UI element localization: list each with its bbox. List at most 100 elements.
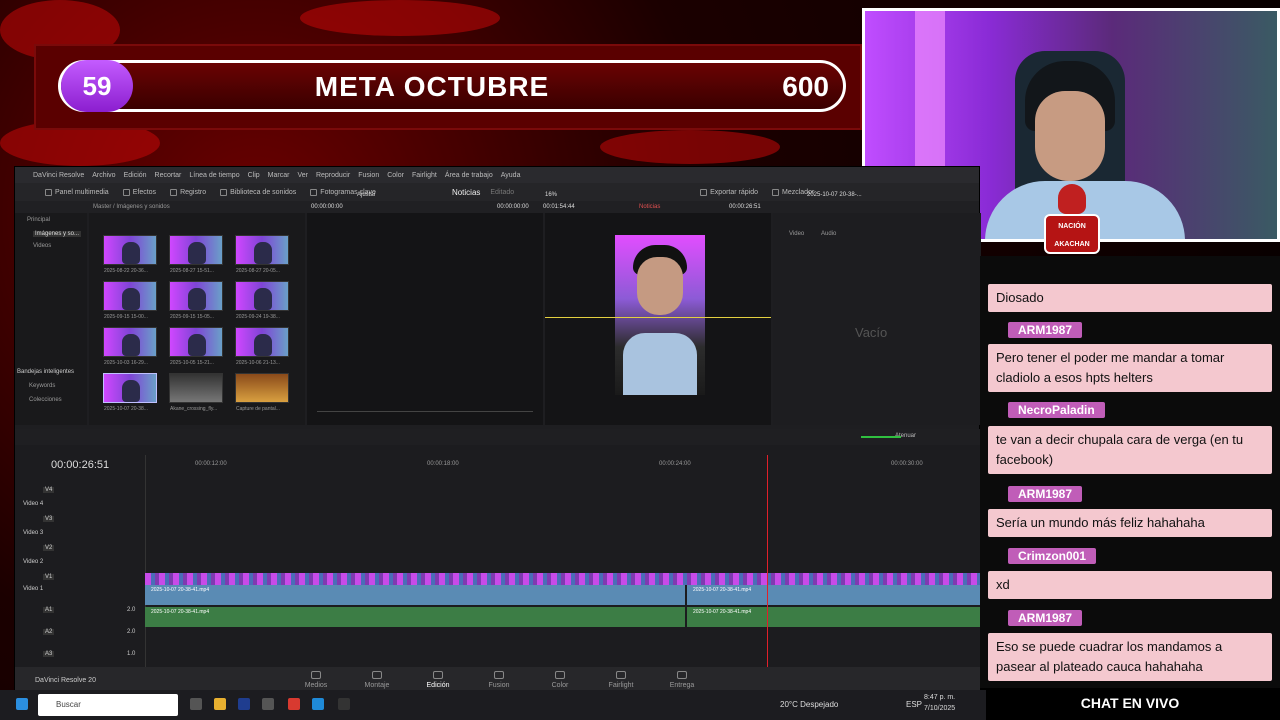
photoshop-icon[interactable]: [238, 698, 250, 710]
menu-item[interactable]: Fairlight: [412, 172, 437, 179]
video-clip[interactable]: [145, 573, 981, 585]
weather-status[interactable]: 20°C Despejado: [780, 700, 838, 709]
effects-button[interactable]: Efectos: [122, 188, 157, 196]
list-icon: [170, 188, 178, 196]
playhead[interactable]: [767, 455, 768, 667]
logo-mascot-icon: [1058, 184, 1086, 214]
browser-icon[interactable]: [288, 698, 300, 710]
chat-message: xd: [988, 571, 1272, 599]
goal-title: META OCTUBRE: [314, 71, 550, 102]
inspector-empty-label: Vacío: [855, 325, 888, 340]
obs-icon[interactable]: [338, 698, 350, 710]
menu-item[interactable]: Clip: [248, 172, 260, 179]
windows-start-icon[interactable]: [16, 698, 28, 710]
timeline-viewer[interactable]: [545, 213, 771, 425]
source-timecode-2: 00:00:00:00: [497, 204, 529, 210]
taskbar-search-input[interactable]: Buscar: [38, 694, 178, 716]
file-explorer-icon[interactable]: [214, 698, 226, 710]
page-cut[interactable]: Montaje: [352, 671, 402, 689]
media-pool: 2025-08-22 20-36... 2025-08-27 15-51... …: [89, 213, 305, 425]
resolve-taskbar-icon[interactable]: [262, 698, 274, 710]
media-thumbnail[interactable]: 2025-08-27 20-05...: [235, 235, 289, 274]
bin-images[interactable]: Imágenes y so...: [33, 231, 82, 237]
volume-slider[interactable]: [861, 436, 901, 438]
project-status: Editado: [490, 188, 515, 196]
export-icon: [700, 188, 708, 196]
sound-library-button[interactable]: Biblioteca de sonidos: [220, 188, 296, 196]
viewer-frame: [615, 235, 705, 395]
menu-item[interactable]: Archivo: [92, 172, 115, 179]
project-name: Noticias: [451, 187, 481, 197]
menu-item[interactable]: Marcar: [268, 172, 290, 179]
inspector-video-tab[interactable]: Video: [789, 231, 804, 237]
quick-export-button[interactable]: Exportar rápido: [700, 188, 758, 196]
mixer-icon: [772, 188, 779, 196]
zoom-dropdown[interactable]: 16%: [545, 192, 557, 198]
page-deliver[interactable]: Entrega: [657, 671, 707, 689]
task-view-icon[interactable]: [190, 698, 202, 710]
menu-item[interactable]: Edición: [124, 172, 147, 179]
media-thumbnail[interactable]: 2025-09-15 15-00...: [103, 281, 157, 320]
menu-bar: DaVinci Resolve Archivo Edición Recortar…: [15, 167, 979, 183]
media-pool-button[interactable]: Panel multimedia: [45, 188, 109, 196]
clock-time[interactable]: 8:47 p. m.: [924, 694, 955, 701]
audio-clip-a1-green[interactable]: 2025-10-07 20-38-41.mp4: [687, 607, 981, 627]
chat-username: Crimzon001: [1008, 548, 1097, 564]
chat-message: Sería un mundo más feliz hahahaha: [988, 509, 1272, 537]
source-timecode: 00:00:00:00: [311, 204, 343, 210]
menu-item[interactable]: Recortar: [155, 172, 182, 179]
smart-bin-keywords[interactable]: Keywords: [29, 383, 55, 389]
menu-item[interactable]: Color: [387, 172, 404, 179]
menu-item[interactable]: Línea de tiempo: [189, 172, 239, 179]
index-button[interactable]: Registro: [170, 188, 207, 196]
audio-clip-a1[interactable]: 2025-10-07 20-38-41.mp4: [145, 585, 685, 605]
source-viewer[interactable]: [307, 213, 543, 425]
bin-videos[interactable]: Videos: [33, 243, 51, 249]
page-edit[interactable]: Edición: [413, 671, 463, 693]
audio-clip-a1[interactable]: 2025-10-07 20-38-41.mp4: [687, 585, 981, 605]
media-thumbnail[interactable]: 2025-09-15 15-05...: [169, 281, 223, 320]
index-label: Registro: [180, 188, 207, 196]
menu-item[interactable]: Ver: [297, 172, 308, 179]
media-thumbnail[interactable]: Akane_crossing_fly...: [169, 373, 223, 412]
goal-banner: 59 META OCTUBRE 600: [34, 44, 862, 130]
media-thumbnail[interactable]: 2025-10-03 16-29...: [103, 327, 157, 366]
edge-icon[interactable]: [312, 698, 324, 710]
menu-item[interactable]: Fusion: [358, 172, 379, 179]
timeline[interactable]: 00:00:26:51 00:00:12:00 00:00:18:00 00:0…: [15, 445, 981, 667]
media-thumbnail[interactable]: 2025-08-22 20-36...: [103, 235, 157, 274]
keyframe-icon: [310, 188, 318, 196]
effects-label: Efectos: [132, 188, 157, 196]
smart-bins: Bandejas inteligentes: [17, 369, 75, 375]
app-name: DaVinci Resolve 20: [35, 677, 96, 684]
media-thumbnail[interactable]: 2025-09-24 19-38...: [235, 281, 289, 320]
media-thumbnail[interactable]: 2025-10-07 20-38...: [103, 373, 157, 412]
media-thumbnail[interactable]: 2025-10-05 15-21...: [169, 327, 223, 366]
menu-item[interactable]: Reproducir: [316, 172, 350, 179]
timeline-name[interactable]: Noticias: [639, 204, 660, 210]
chat-message: Pero tener el poder me mandar a tomar cl…: [988, 344, 1272, 392]
media-thumbnail[interactable]: 2025-10-06 21-13...: [235, 327, 289, 366]
page-fairlight[interactable]: Fairlight: [596, 671, 646, 689]
page-fusion[interactable]: Fusion: [474, 671, 524, 689]
page-color[interactable]: Color: [535, 671, 585, 689]
bin-main[interactable]: Principal: [27, 217, 50, 223]
media-thumbnail[interactable]: 2025-08-27 15-51...: [169, 235, 223, 274]
menu-item[interactable]: Área de trabajo: [445, 172, 493, 179]
smart-bin-collections[interactable]: Colecciones: [29, 397, 62, 403]
page-media[interactable]: Medios: [291, 671, 341, 689]
viewer-subject-face: [637, 257, 683, 315]
timeline-timecode: 00:00:26:51: [51, 459, 110, 471]
clock-date[interactable]: 7/10/2025: [924, 705, 955, 712]
input-language[interactable]: ESP: [906, 700, 922, 709]
clip-name: 2025-10-07 20-38-...: [807, 192, 862, 198]
media-thumbnail[interactable]: Capture de pantal...: [235, 373, 289, 412]
menu-item[interactable]: DaVinci Resolve: [33, 172, 84, 179]
quick-export-label: Exportar rápido: [710, 188, 758, 196]
chat-username: NecroPaladin: [1008, 402, 1105, 418]
audio-clip-a1-green[interactable]: 2025-10-07 20-38-41.mp4: [145, 607, 685, 627]
menu-item[interactable]: Ayuda: [501, 172, 521, 179]
fit-dropdown[interactable]: Ajustar: [357, 192, 376, 198]
inspector-audio-tab[interactable]: Audio: [821, 231, 836, 237]
music-icon: [220, 188, 228, 196]
